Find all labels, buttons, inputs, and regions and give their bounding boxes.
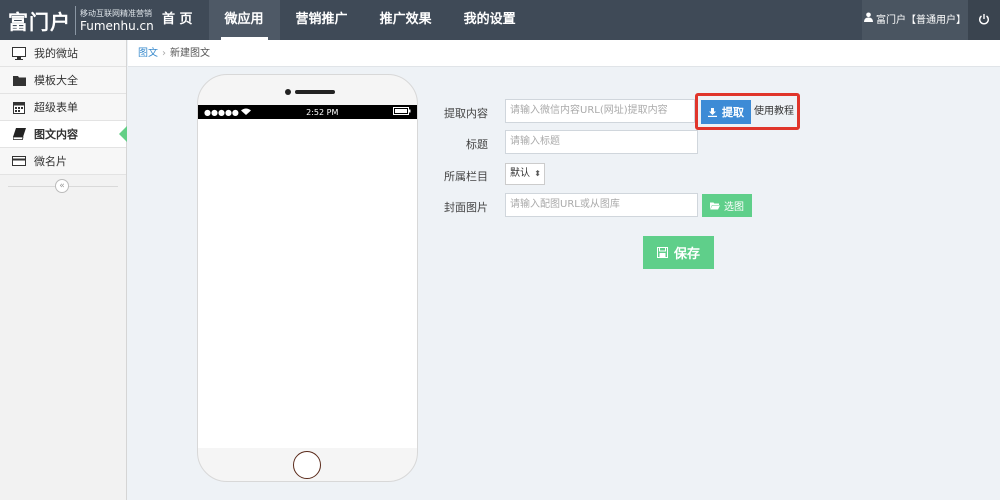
title-input[interactable]: 请输入标题 xyxy=(505,130,698,154)
nav-my-settings[interactable]: 我的设置 xyxy=(448,0,532,40)
column-select[interactable]: 默认 ⬍ xyxy=(505,163,545,185)
collapse-sidebar-button[interactable]: « xyxy=(55,179,69,193)
phone-preview: ●●●●● 2:52 PM xyxy=(197,74,418,482)
logo[interactable]: 富门户 移动互联网精准营销 Fumenhu.cn xyxy=(8,5,154,35)
sidebar-item-label: 模板大全 xyxy=(34,74,78,87)
sidebar-item-label: 图文内容 xyxy=(34,128,78,141)
phone-screen: ●●●●● 2:52 PM xyxy=(198,105,417,448)
phone-home-button xyxy=(293,451,321,479)
sidebar-item-label: 微名片 xyxy=(34,155,67,168)
sidebar-item-super-form[interactable]: 超级表单 xyxy=(0,94,126,121)
monitor-icon xyxy=(12,46,26,60)
phone-camera xyxy=(285,89,291,95)
nav-micro-apps[interactable]: 微应用 xyxy=(208,0,280,40)
logo-text: 富门户 xyxy=(8,5,76,35)
nav-marketing[interactable]: 营销推广 xyxy=(280,0,364,40)
pick-image-label: 选图 xyxy=(724,202,744,213)
fetch-label: 提取内容 xyxy=(444,107,488,120)
calendar-icon xyxy=(12,100,26,114)
select-arrows-icon: ⬍ xyxy=(534,169,541,178)
cover-url-input[interactable]: 请输入配图URL或从图库 xyxy=(505,193,698,217)
folder-icon xyxy=(12,73,26,87)
cover-label: 封面图片 xyxy=(444,201,488,214)
user-label: 富门户【普通用户】 xyxy=(876,15,966,26)
fetch-url-input[interactable]: 请输入微信内容URL(网址)提取内容 xyxy=(505,99,695,123)
breadcrumb: 图文 › 新建图文 xyxy=(128,40,1000,67)
card-icon xyxy=(12,154,26,168)
pick-image-button[interactable]: 选图 xyxy=(702,194,752,217)
column-label: 所属栏目 xyxy=(444,170,488,183)
sidebar-item-label: 超级表单 xyxy=(34,101,78,114)
signal-icon: ●●●●● xyxy=(204,108,252,117)
user-menu[interactable]: 富门户【普通用户】 xyxy=(862,0,968,40)
sidebar-item-templates[interactable]: 模板大全 xyxy=(0,67,126,94)
battery-icon xyxy=(393,107,411,117)
chevron-right-icon: › xyxy=(162,48,166,59)
save-button-label: 保存 xyxy=(673,247,700,262)
save-icon xyxy=(656,247,668,258)
top-navbar: 富门户 移动互联网精准营销 Fumenhu.cn 首 页 微应用 营销推广 推广… xyxy=(0,0,1000,40)
sidebar-item-business-card[interactable]: 微名片 xyxy=(0,148,126,175)
user-icon xyxy=(864,0,873,40)
power-icon xyxy=(978,13,990,28)
title-label: 标题 xyxy=(466,138,488,151)
breadcrumb-current: 新建图文 xyxy=(170,48,210,59)
logo-domain: Fumenhu.cn xyxy=(80,19,154,33)
main-nav: 首 页 微应用 营销推广 推广效果 我的设置 xyxy=(146,0,532,40)
nav-home[interactable]: 首 页 xyxy=(146,0,209,40)
sidebar-item-articles[interactable]: 图文内容 xyxy=(0,121,127,148)
logo-sub: 移动互联网精准营销 Fumenhu.cn xyxy=(80,8,154,32)
highlight-box xyxy=(695,93,800,130)
sidebar: 我的微站 模板大全 超级表单 图文内容 微名片 « xyxy=(0,40,127,500)
power-button[interactable] xyxy=(968,0,1000,40)
sidebar-item-my-site[interactable]: 我的微站 xyxy=(0,40,126,67)
phone-speaker xyxy=(295,90,335,94)
save-button[interactable]: 保存 xyxy=(643,236,714,269)
sidebar-item-label: 我的微站 xyxy=(34,47,78,60)
column-select-value: 默认 xyxy=(510,168,530,179)
breadcrumb-parent[interactable]: 图文 xyxy=(138,48,158,59)
nav-promotion-results[interactable]: 推广效果 xyxy=(364,0,448,40)
folder-open-icon xyxy=(710,202,720,210)
book-icon xyxy=(12,127,26,141)
phone-status-bar: ●●●●● 2:52 PM xyxy=(198,105,417,119)
phone-time: 2:52 PM xyxy=(306,107,339,117)
sidebar-collapse-row: « xyxy=(0,175,126,197)
